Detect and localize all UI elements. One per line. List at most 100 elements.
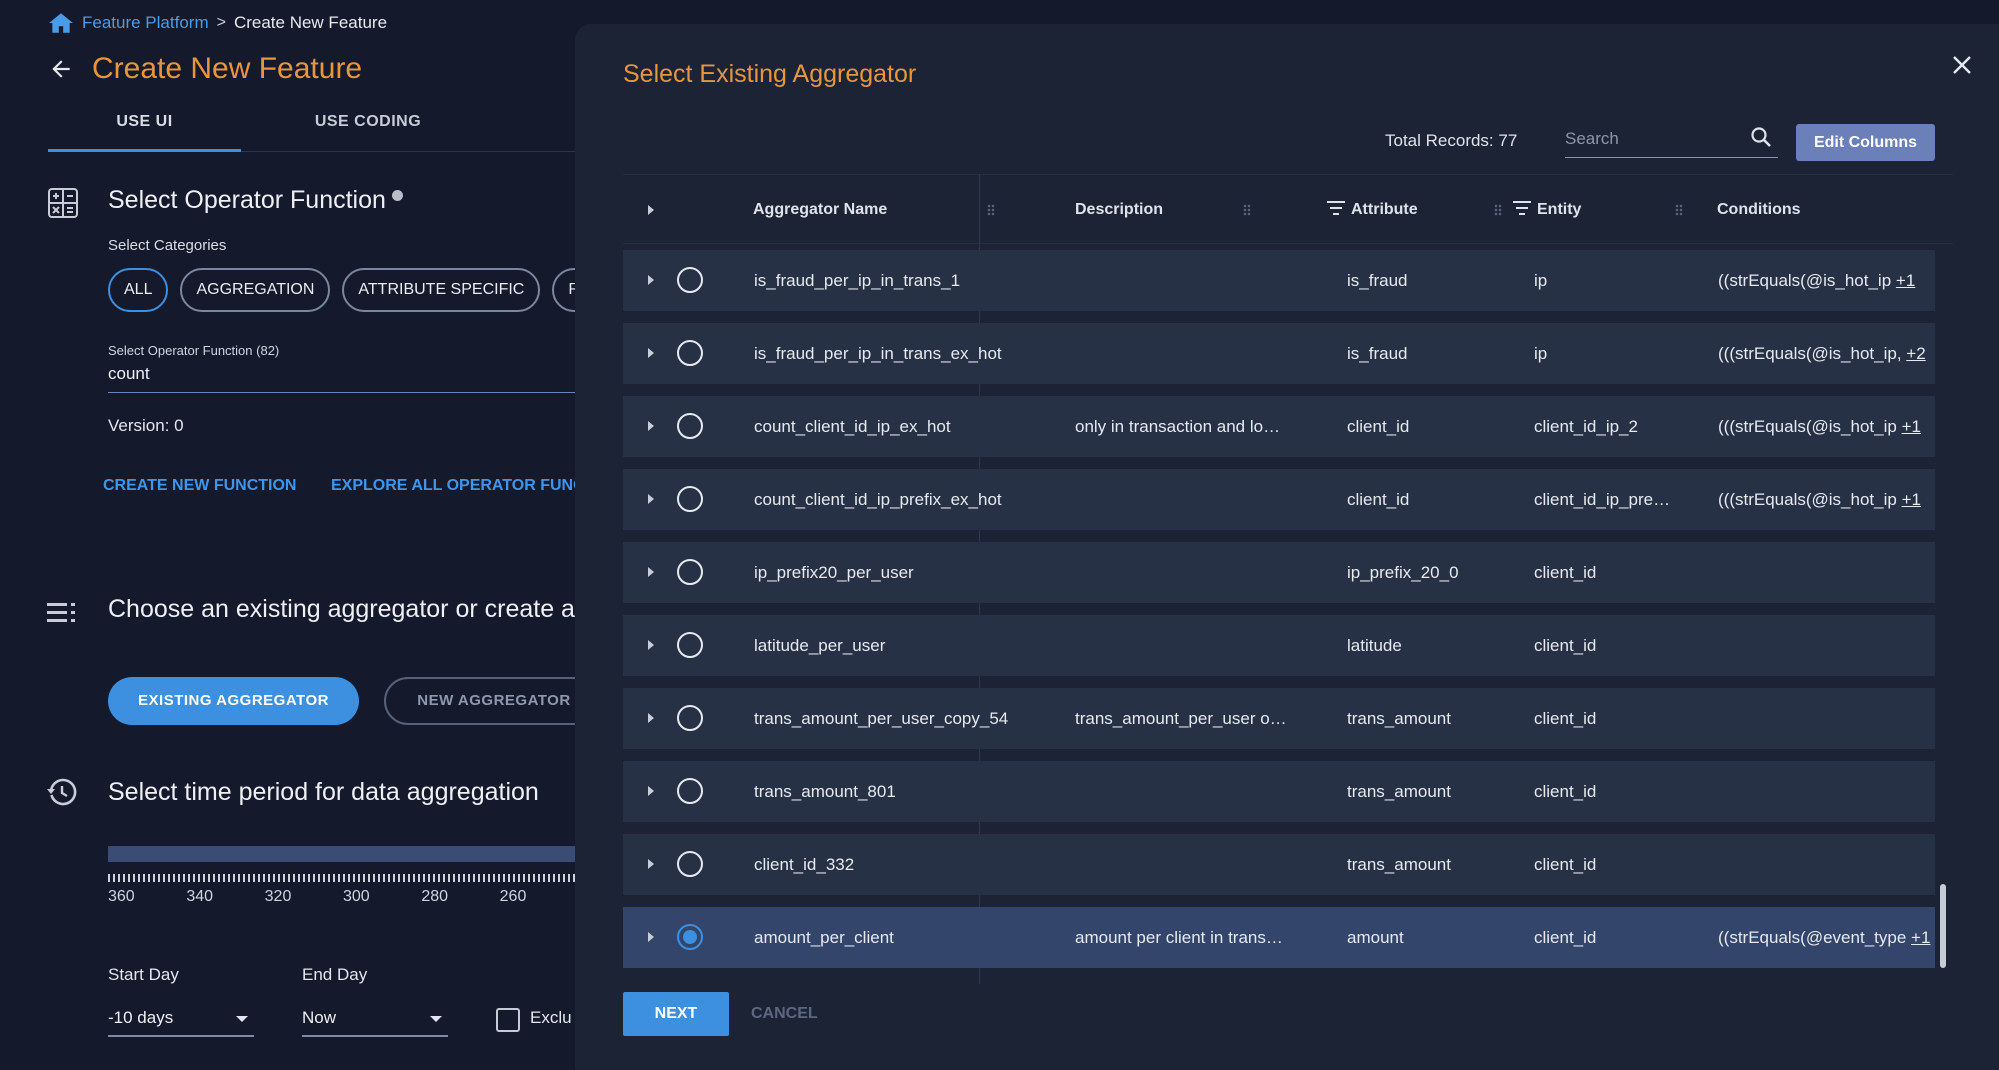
info-icon[interactable] — [391, 190, 403, 201]
cell-conditions — [1718, 542, 1935, 603]
more-conditions-link[interactable]: +2 — [1906, 344, 1925, 363]
end-day-select[interactable]: Now — [302, 1008, 336, 1028]
table-row[interactable]: trans_amount_per_user_copy_54 trans_amou… — [623, 688, 1935, 749]
breadcrumb-root[interactable]: Feature Platform — [82, 13, 209, 33]
filter-icon[interactable] — [1327, 201, 1345, 216]
table-row[interactable]: client_id_332 trans_amount client_id — [623, 834, 1935, 895]
end-day-label: End Day — [302, 965, 368, 984]
cell-description: trans_amount_per_user o… — [1075, 709, 1287, 728]
expand-row-icon[interactable] — [648, 567, 654, 577]
expand-row-icon[interactable] — [648, 275, 654, 285]
edit-columns-button[interactable]: Edit Columns — [1796, 124, 1935, 161]
exclude-label: Exclu — [530, 1008, 572, 1027]
more-conditions-link[interactable]: +1 — [1902, 417, 1921, 436]
table-row[interactable]: is_fraud_per_ip_in_trans_ex_hot is_fraud… — [623, 323, 1935, 384]
cell-entity: client_id — [1534, 563, 1597, 582]
tab-use-ui[interactable]: USE UI — [48, 104, 241, 152]
column-grip-icon[interactable] — [987, 204, 995, 216]
exclude-checkbox[interactable] — [496, 1008, 520, 1032]
row-radio[interactable] — [677, 778, 703, 804]
column-grip-icon[interactable] — [1675, 204, 1683, 216]
create-new-function-link[interactable]: CREATE NEW FUNCTION — [103, 477, 296, 495]
cell-name: latitude_per_user — [754, 636, 886, 655]
mode-tabs: USE UI USE CODING — [48, 104, 578, 152]
table-row-selected[interactable]: amount_per_client amount per client in t… — [623, 907, 1935, 968]
more-conditions-link[interactable]: +1 — [1896, 271, 1915, 290]
existing-aggregator-button[interactable]: EXISTING AGGREGATOR — [108, 677, 359, 725]
expand-row-icon[interactable] — [648, 786, 654, 796]
cell-attribute: amount — [1347, 928, 1404, 947]
version-label: Version: 0 — [108, 416, 184, 435]
row-radio[interactable] — [677, 340, 703, 366]
start-day-select[interactable]: -10 days — [108, 1008, 173, 1028]
filter-icon[interactable] — [1513, 201, 1531, 216]
chip-all[interactable]: ALL — [108, 268, 169, 312]
cell-conditions — [1718, 761, 1935, 822]
col-header-name[interactable]: Aggregator Name — [753, 175, 887, 245]
table-row[interactable]: trans_amount_801 trans_amount client_id — [623, 761, 1935, 822]
slider-ticks — [108, 874, 578, 882]
search-box — [1565, 120, 1778, 158]
column-grip-icon[interactable] — [1494, 204, 1502, 216]
more-conditions-link[interactable]: +1 — [1911, 928, 1930, 947]
col-header-entity[interactable]: Entity — [1513, 175, 1581, 245]
col-header-description[interactable]: Description — [1075, 175, 1163, 245]
next-button[interactable]: NEXT — [623, 992, 729, 1036]
table-row[interactable]: count_client_id_ip_ex_hot only in transa… — [623, 396, 1935, 457]
time-section-title: Select time period for data aggregation — [108, 778, 539, 806]
table-row[interactable]: count_client_id_ip_prefix_ex_hot client_… — [623, 469, 1935, 530]
search-icon[interactable] — [1750, 126, 1772, 148]
chip-aggregation[interactable]: AGGREGATION — [180, 268, 331, 312]
expand-row-icon[interactable] — [648, 348, 654, 358]
close-icon[interactable] — [1951, 54, 1973, 76]
operator-field-value[interactable]: count — [108, 364, 150, 384]
cell-name: is_fraud_per_ip_in_trans_ex_hot — [754, 344, 1002, 363]
row-radio[interactable] — [677, 413, 703, 439]
new-aggregator-button[interactable]: NEW AGGREGATOR — [384, 677, 604, 725]
cell-conditions — [1718, 688, 1935, 749]
row-radio[interactable] — [677, 486, 703, 512]
cell-description — [1075, 250, 1300, 311]
row-radio[interactable] — [677, 267, 703, 293]
condition-text: (((strEquals(@is_hot_ip — [1718, 490, 1897, 509]
caret-down-icon[interactable] — [430, 1016, 442, 1022]
more-conditions-link[interactable]: +1 — [1902, 490, 1921, 509]
row-radio-selected[interactable] — [677, 924, 703, 950]
cell-description — [1075, 469, 1300, 530]
expand-row-icon[interactable] — [648, 494, 654, 504]
expand-row-icon[interactable] — [648, 421, 654, 431]
cancel-button[interactable]: CANCEL — [751, 992, 818, 1036]
expand-row-icon[interactable] — [648, 713, 654, 723]
col-header-conditions[interactable]: Conditions — [1717, 175, 1801, 245]
vertical-scrollbar[interactable] — [1940, 884, 1946, 968]
table-row[interactable]: is_fraud_per_ip_in_trans_1 is_fraud ip (… — [623, 250, 1935, 311]
table-row[interactable]: latitude_per_user latitude client_id — [623, 615, 1935, 676]
explore-functions-link[interactable]: EXPLORE ALL OPERATOR FUNC — [331, 477, 585, 495]
cell-entity: client_id — [1534, 782, 1597, 801]
caret-down-icon[interactable] — [236, 1016, 248, 1022]
expand-row-icon[interactable] — [648, 859, 654, 869]
operator-field-underline — [108, 392, 578, 393]
chip-attribute-specific[interactable]: ATTRIBUTE SPECIFIC — [342, 268, 541, 312]
search-input[interactable] — [1565, 126, 1740, 152]
time-range-slider[interactable] — [108, 846, 578, 862]
category-chips: ALL AGGREGATION ATTRIBUTE SPECIFIC REG — [108, 268, 620, 312]
cell-name: client_id_332 — [754, 855, 855, 874]
history-icon — [47, 778, 77, 806]
expand-row-icon[interactable] — [648, 932, 654, 942]
arrow-left-icon[interactable] — [48, 56, 74, 82]
row-radio[interactable] — [677, 705, 703, 731]
expand-row-icon[interactable] — [648, 640, 654, 650]
col-header-attribute[interactable]: Attribute — [1327, 175, 1418, 245]
cell-name: count_client_id_ip_prefix_ex_hot — [754, 490, 1002, 509]
expand-all-icon[interactable] — [648, 205, 654, 215]
row-radio[interactable] — [677, 559, 703, 585]
drawer-title: Select Existing Aggregator — [623, 60, 917, 88]
tab-use-coding[interactable]: USE CODING — [248, 104, 488, 152]
column-grip-icon[interactable] — [1243, 204, 1251, 216]
row-radio[interactable] — [677, 851, 703, 877]
cell-conditions: ((strEquals(@event_type +1 — [1718, 907, 1935, 968]
home-icon[interactable] — [48, 12, 74, 34]
table-row[interactable]: ip_prefix20_per_user ip_prefix_20_0 clie… — [623, 542, 1935, 603]
row-radio[interactable] — [677, 632, 703, 658]
